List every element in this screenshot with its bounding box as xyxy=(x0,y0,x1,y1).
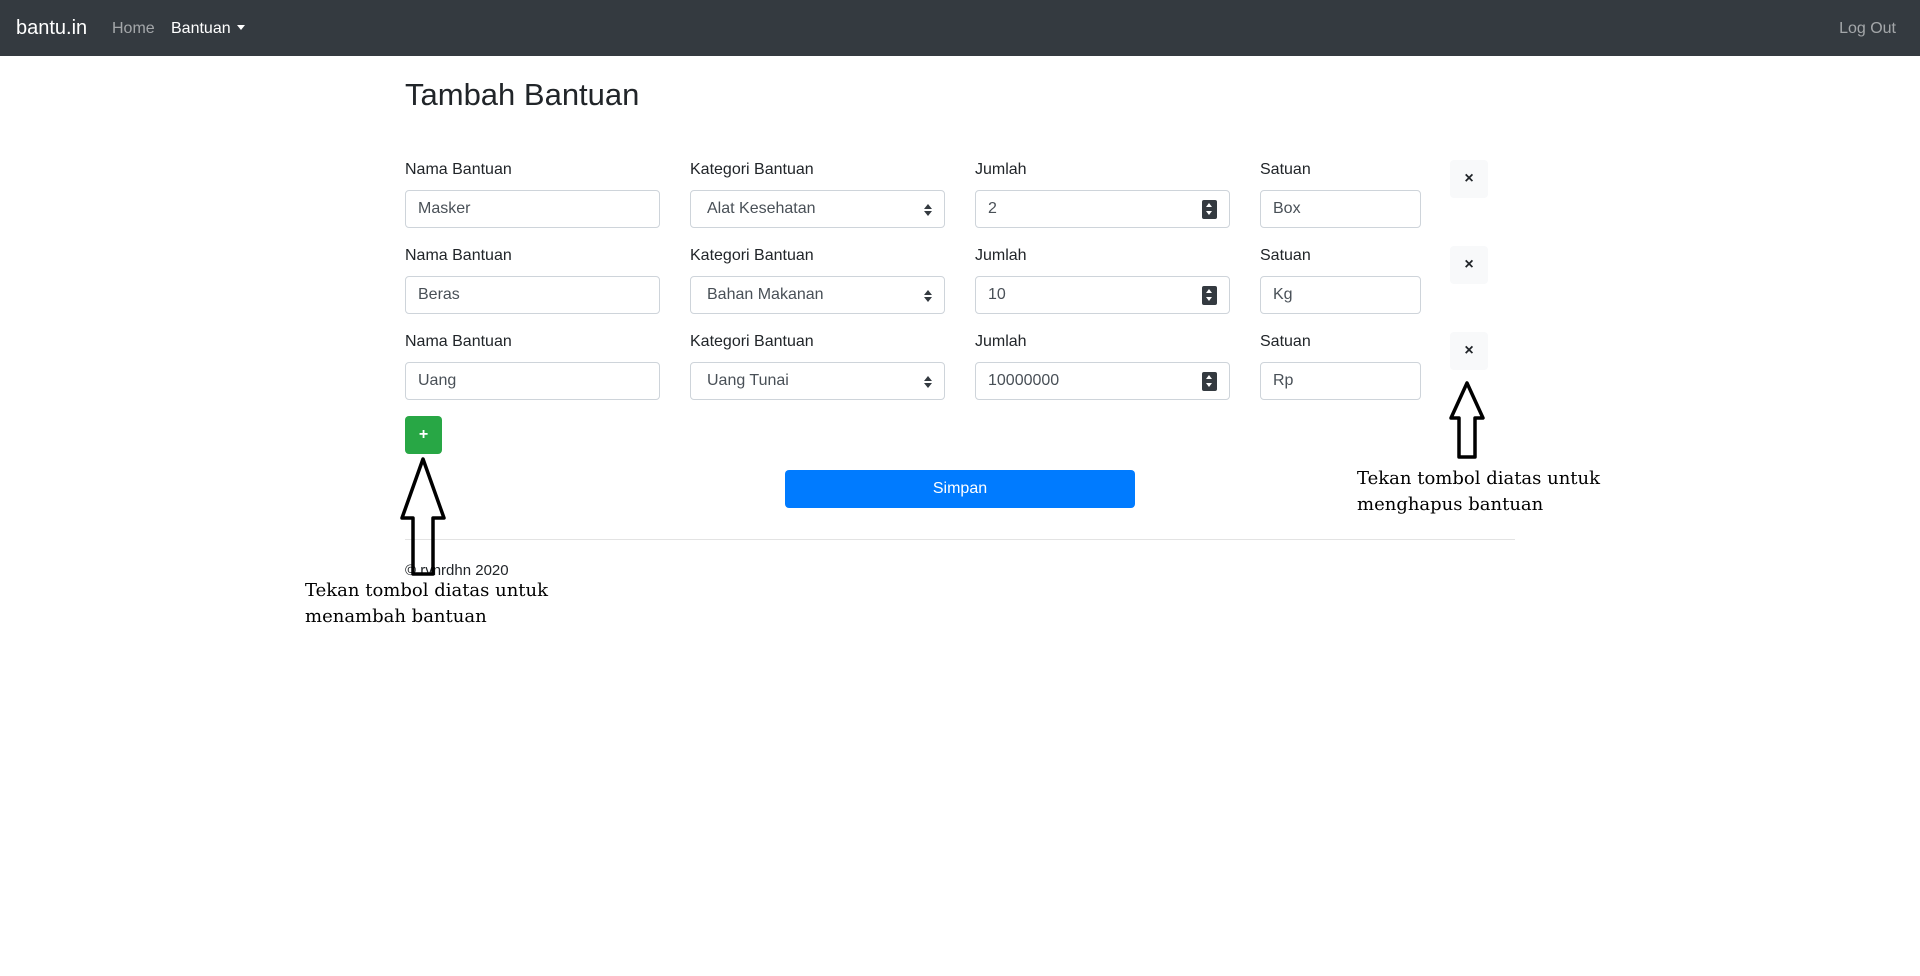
remove-row-button[interactable]: × xyxy=(1450,332,1488,370)
kategori-value: Uang Tunai xyxy=(707,372,789,389)
kategori-label: Kategori Bantuan xyxy=(690,333,814,350)
annotation-remove-line1: Tekan tombol diatas untuk xyxy=(1357,468,1601,489)
annotation-add-note: Tekan tombol diatas untuk menambah bantu… xyxy=(305,578,548,630)
annotation-add-line1: Tekan tombol diatas untuk xyxy=(305,580,549,601)
kategori-select[interactable]: Alat Kesehatan xyxy=(690,190,945,228)
kategori-label: Kategori Bantuan xyxy=(690,161,814,178)
nama-label: Nama Bantuan xyxy=(405,161,512,178)
kategori-select[interactable]: Uang Tunai xyxy=(690,362,945,400)
bantuan-row-2: Nama Bantuan Beras Kategori Bantuan Baha… xyxy=(405,246,1488,332)
arrow-up-icon xyxy=(400,457,446,576)
nav-home-link[interactable]: Home xyxy=(112,19,155,39)
caret-down-icon xyxy=(236,25,245,30)
jumlah-label: Jumlah xyxy=(975,247,1027,264)
satuan-input[interactable]: Kg xyxy=(1260,276,1421,314)
number-spinner-icon[interactable] xyxy=(1202,200,1217,219)
satuan-label: Satuan xyxy=(1260,247,1311,264)
logout-link[interactable]: Log Out xyxy=(1839,19,1896,39)
nama-input[interactable]: Uang xyxy=(405,362,660,400)
nama-input[interactable]: Masker xyxy=(405,190,660,228)
jumlah-value: 10 xyxy=(988,286,1006,303)
navbar: bantu.in Home Bantuan Log Out xyxy=(0,0,1920,56)
nama-label: Nama Bantuan xyxy=(405,333,512,350)
remove-row-button[interactable]: × xyxy=(1450,246,1488,284)
select-arrows-icon xyxy=(924,204,932,216)
kategori-value: Bahan Makanan xyxy=(707,286,824,303)
save-button[interactable]: Simpan xyxy=(785,470,1135,508)
remove-row-button[interactable]: × xyxy=(1450,160,1488,198)
kategori-select[interactable]: Bahan Makanan xyxy=(690,276,945,314)
nama-input[interactable]: Beras xyxy=(405,276,660,314)
annotation-add-line2: menambah bantuan xyxy=(305,606,487,627)
bantuan-row-3: Nama Bantuan Uang Kategori Bantuan Uang … xyxy=(405,332,1488,418)
jumlah-input[interactable]: 10000000 xyxy=(975,362,1230,400)
jumlah-value: 2 xyxy=(988,200,997,217)
brand-logo[interactable]: bantu.in xyxy=(16,16,87,40)
select-arrows-icon xyxy=(924,290,932,302)
nav-bantuan-dropdown[interactable]: Bantuan xyxy=(171,19,245,39)
arrow-up-icon xyxy=(1449,381,1485,459)
jumlah-input[interactable]: 2 xyxy=(975,190,1230,228)
jumlah-label: Jumlah xyxy=(975,161,1027,178)
bantuan-row-1: Nama Bantuan Masker Kategori Bantuan Ala… xyxy=(405,160,1488,246)
number-spinner-icon[interactable] xyxy=(1202,372,1217,391)
satuan-input[interactable]: Rp xyxy=(1260,362,1421,400)
select-arrows-icon xyxy=(924,376,932,388)
annotation-remove-note: Tekan tombol diatas untuk menghapus bant… xyxy=(1357,466,1600,518)
footer-divider xyxy=(405,539,1515,540)
nama-label: Nama Bantuan xyxy=(405,247,512,264)
nav-bantuan-label: Bantuan xyxy=(171,20,231,37)
satuan-label: Satuan xyxy=(1260,161,1311,178)
jumlah-input[interactable]: 10 xyxy=(975,276,1230,314)
satuan-input[interactable]: Box xyxy=(1260,190,1421,228)
page-title: Tambah Bantuan xyxy=(405,77,640,112)
number-spinner-icon[interactable] xyxy=(1202,286,1217,305)
satuan-label: Satuan xyxy=(1260,333,1311,350)
kategori-value: Alat Kesehatan xyxy=(707,200,816,217)
jumlah-value: 10000000 xyxy=(988,372,1060,389)
kategori-label: Kategori Bantuan xyxy=(690,247,814,264)
add-row-button[interactable]: + xyxy=(405,416,442,454)
annotation-remove-line2: menghapus bantuan xyxy=(1357,494,1544,515)
jumlah-label: Jumlah xyxy=(975,333,1027,350)
